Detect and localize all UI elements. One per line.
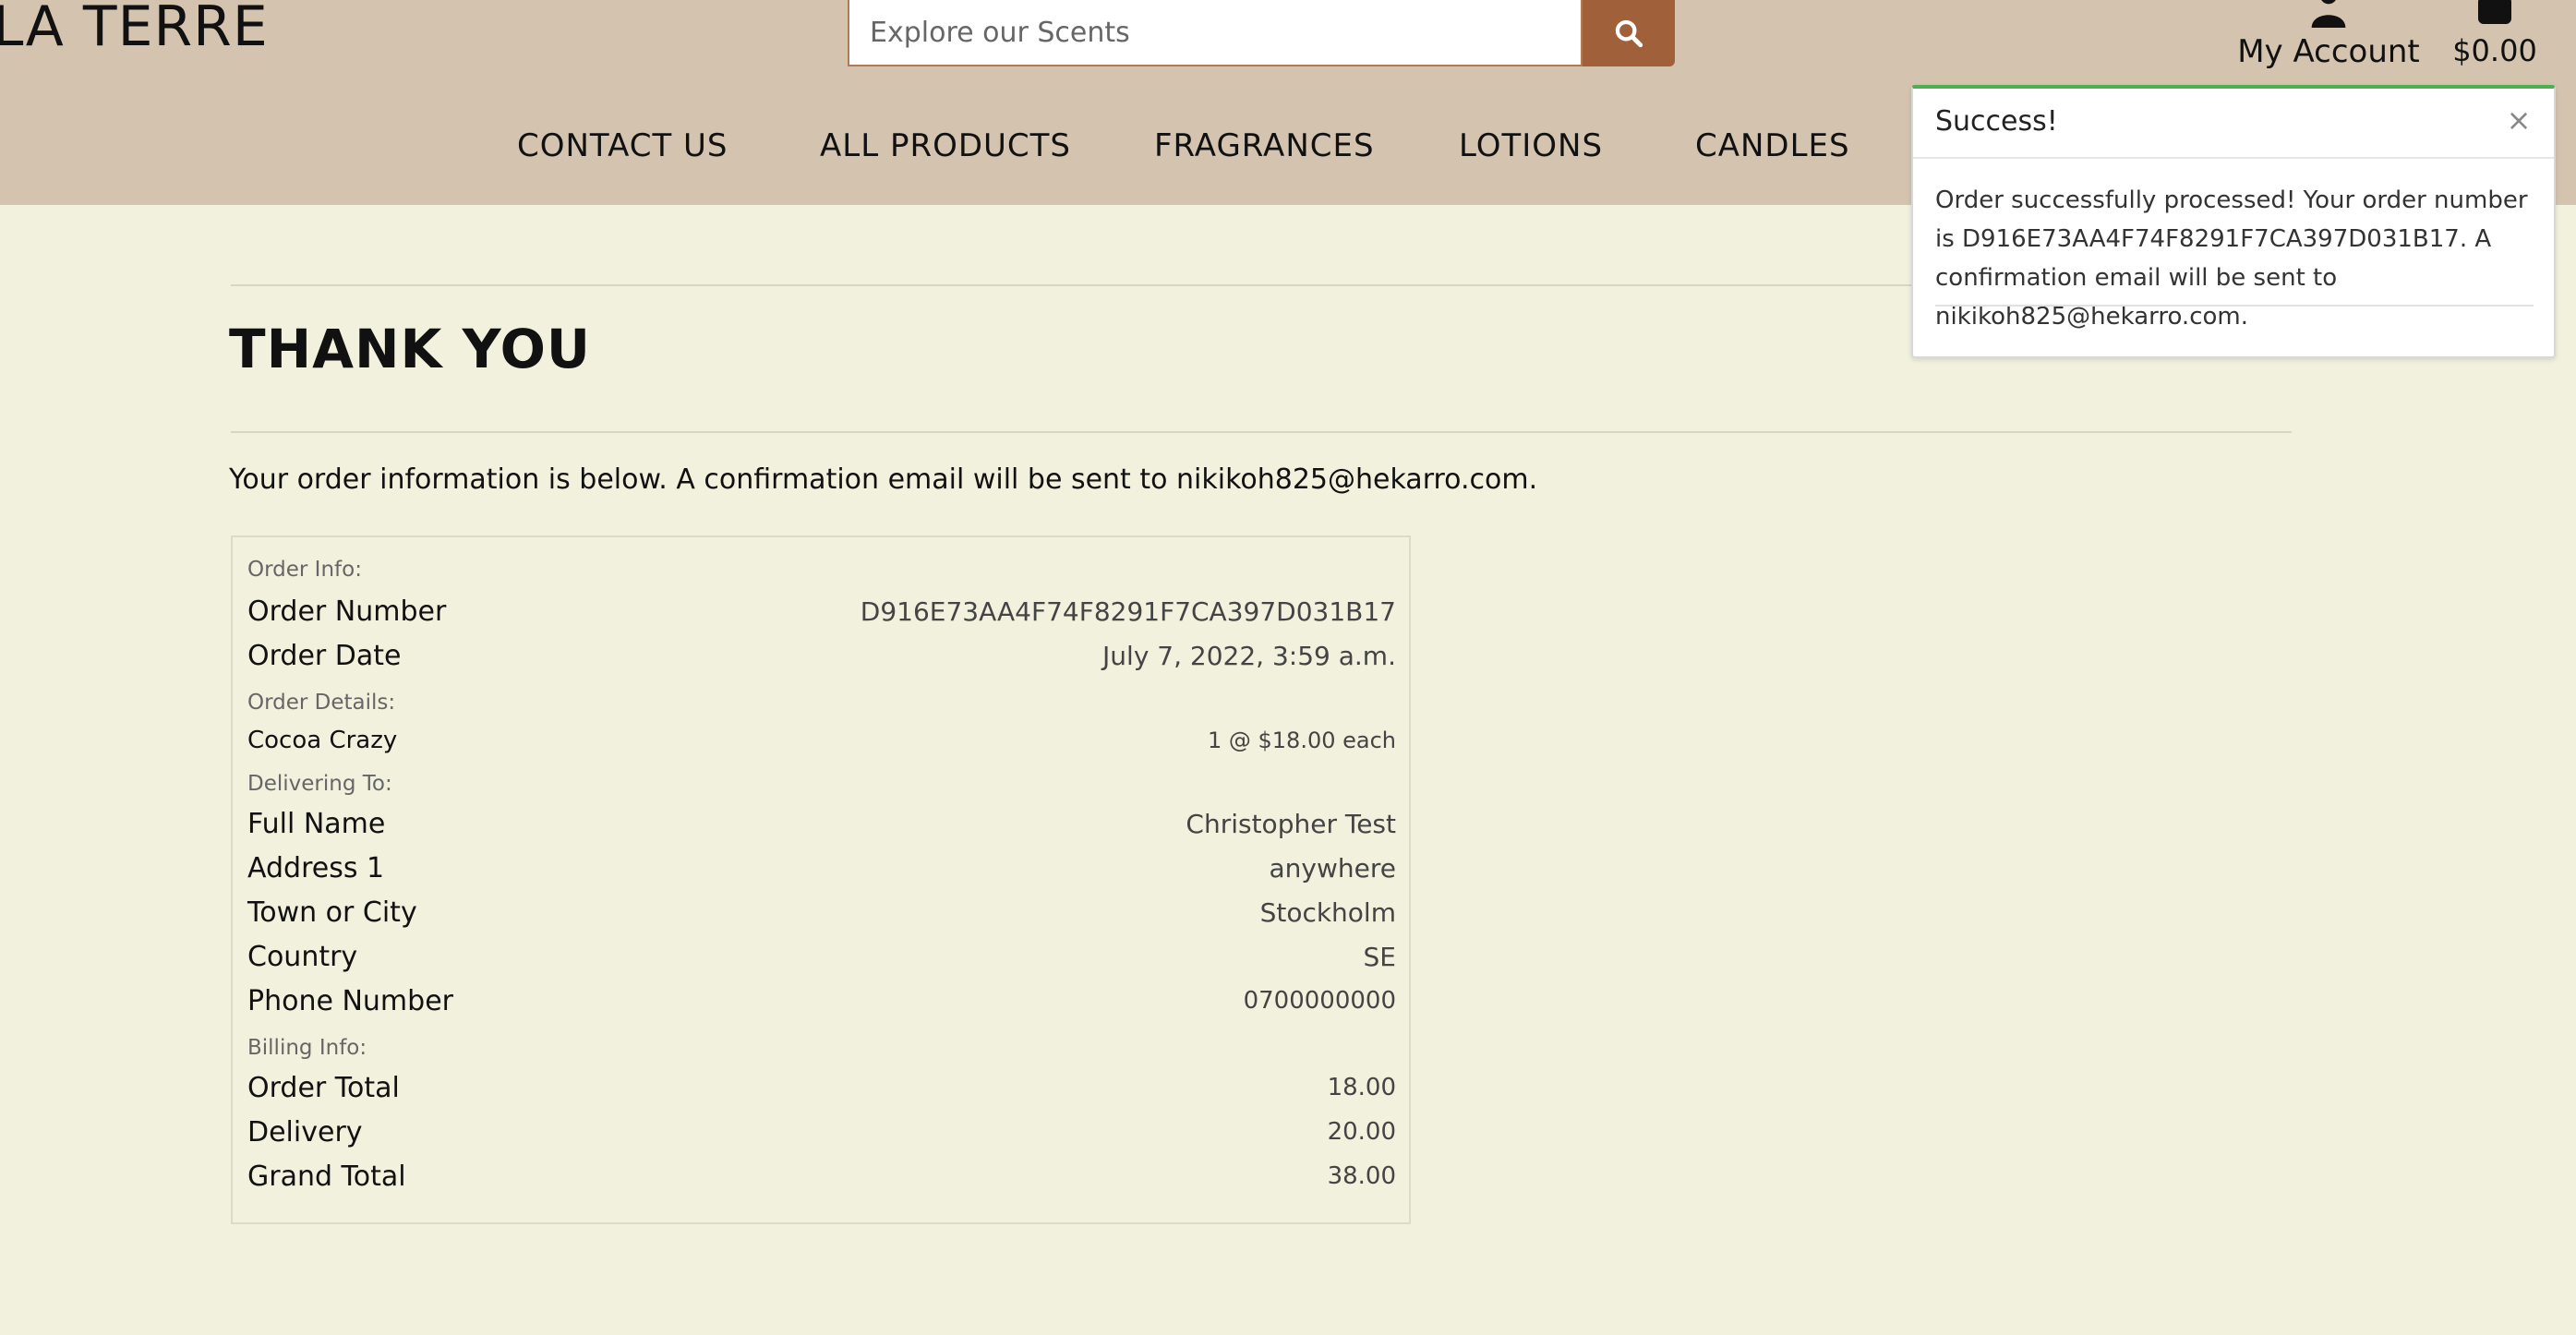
main-nav: CONTACT US ALL PRODUCTS FRAGRANCES LOTIO… [0, 127, 1939, 174]
toast-message: Order successfully processed! Your order… [1935, 186, 2528, 331]
nav-item-fragrances[interactable]: FRAGRANCES [1154, 127, 1375, 164]
country-value: SE [1363, 941, 1396, 972]
phone-value: 0700000000 [1243, 987, 1396, 1015]
divider-bottom [231, 431, 2292, 433]
section-label-billing-info: Billing Info: [247, 1036, 367, 1060]
row-key: Country [247, 940, 358, 973]
row-key: Phone Number [247, 984, 453, 1017]
order-number-value: D916E73AA4F74F8291F7CA397D031B17 [860, 595, 1396, 627]
full-name-row: Full Name Christopher Test [247, 803, 1396, 844]
row-key: Town or City [247, 896, 417, 929]
delivery-row: Delivery 20.00 [247, 1112, 1396, 1152]
nav-item-candles[interactable]: CANDLES [1695, 127, 1850, 164]
full-name-value: Christopher Test [1186, 808, 1396, 839]
order-date-value: July 7, 2022, 3:59 a.m. [1102, 640, 1396, 671]
order-number-row: Order Number D916E73AA4F74F8291F7CA397D0… [247, 591, 1396, 631]
search-button[interactable] [1583, 0, 1675, 66]
shopping-bag-icon [2478, 0, 2511, 24]
search-form [848, 0, 1675, 66]
site-logo[interactable]: LA TERRE [0, 0, 269, 59]
address1-value: anywhere [1269, 852, 1396, 884]
search-icon [1615, 19, 1643, 48]
row-key: Order Date [247, 639, 402, 672]
search-input[interactable] [848, 0, 1583, 66]
shopping-bag-link[interactable]: $0.00 [2449, 0, 2541, 74]
page-title: THANK YOU [229, 318, 592, 380]
product-name: Cocoa Crazy [247, 727, 398, 754]
town-row: Town or City Stockholm [247, 892, 1396, 932]
list-item: Cocoa Crazy 1 @ $18.00 each [247, 720, 1396, 761]
country-row: Country SE [247, 936, 1396, 977]
section-label-order-info: Order Info: [247, 558, 362, 582]
row-key: Grand Total [247, 1160, 406, 1193]
order-total-row: Order Total 18.00 [247, 1067, 1396, 1108]
row-key: Address 1 [247, 851, 385, 884]
row-key: Order Number [247, 595, 447, 628]
section-label-delivering-to: Delivering To: [247, 772, 392, 796]
confirmation-intro: Your order information is below. A confi… [229, 463, 1538, 496]
toast-header: Success! × [1913, 89, 2554, 159]
close-icon[interactable]: × [2502, 103, 2535, 137]
bag-total: $0.00 [2452, 33, 2537, 68]
toast-divider [1935, 305, 2534, 307]
product-qty-price: 1 @ $18.00 each [1207, 728, 1396, 753]
phone-row: Phone Number 0700000000 [247, 980, 1396, 1021]
order-summary: Order Info: Order Number D916E73AA4F74F8… [231, 535, 1411, 1224]
order-total-value: 18.00 [1327, 1074, 1396, 1101]
row-key: Full Name [247, 807, 386, 840]
toast-title: Success! [1935, 105, 2058, 138]
nav-item-all-products[interactable]: ALL PRODUCTS [820, 127, 1071, 164]
address1-row: Address 1 anywhere [247, 848, 1396, 888]
order-date-row: Order Date July 7, 2022, 3:59 a.m. [247, 635, 1396, 676]
grand-total-value: 38.00 [1327, 1162, 1396, 1190]
row-key: Order Total [247, 1071, 400, 1104]
success-toast: Success! × Order successfully processed!… [1911, 85, 2556, 358]
grand-total-row: Grand Total 38.00 [247, 1156, 1396, 1197]
nav-item-contact-us[interactable]: CONTACT US [517, 127, 728, 164]
town-value: Stockholm [1259, 896, 1396, 928]
account-label: My Account [2237, 33, 2420, 70]
section-label-order-details: Order Details: [247, 691, 396, 715]
delivery-value: 20.00 [1327, 1118, 1396, 1146]
nav-item-lotions[interactable]: LOTIONS [1459, 127, 1603, 164]
my-account-link[interactable]: My Account [2227, 0, 2430, 74]
user-icon [2311, 0, 2346, 28]
row-key: Delivery [247, 1115, 363, 1149]
